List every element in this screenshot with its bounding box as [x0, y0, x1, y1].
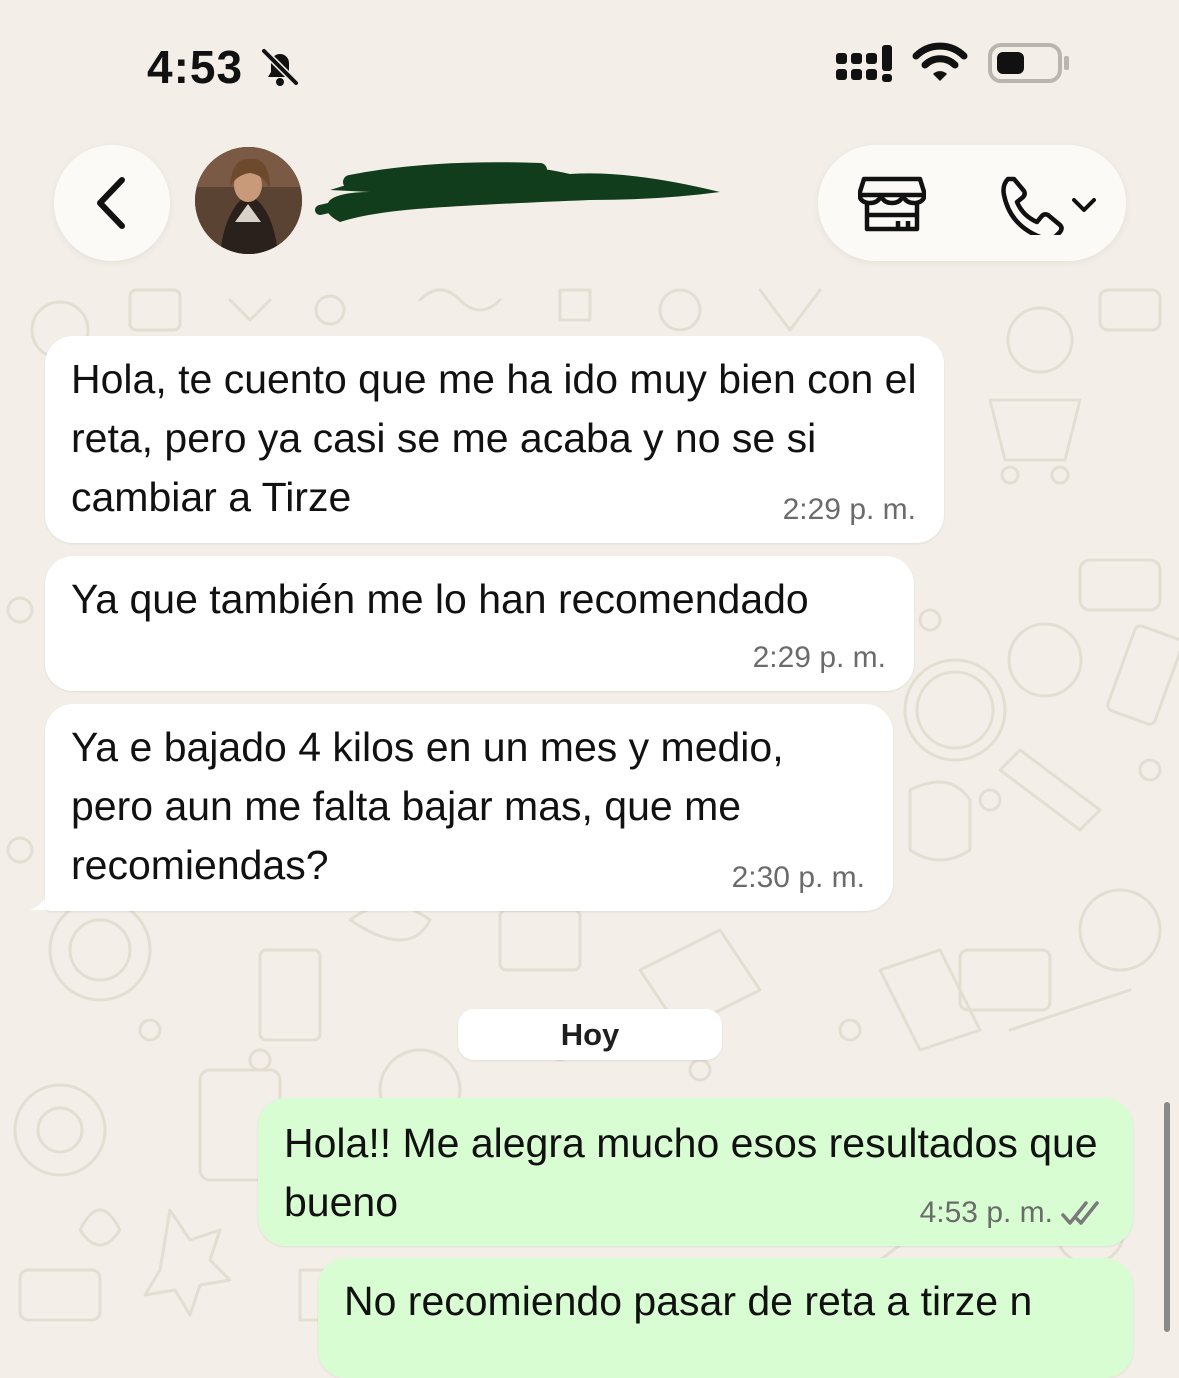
message-text: No recomiendo pasar de reta a tirze n [344, 1278, 1033, 1324]
chat-scrollbar[interactable] [1164, 1102, 1170, 1332]
message-bubble-outgoing[interactable]: No recomiendo pasar de reta a tirze n [318, 1258, 1133, 1378]
message-text: Ya que también me lo han recomendado [71, 576, 809, 622]
read-receipt-ticks-icon [1061, 1201, 1099, 1225]
message-time: 2:29 p. m. [752, 641, 886, 674]
message-bubble-incoming[interactable]: Ya e bajado 4 kilos en un mes y medio, p… [45, 704, 893, 911]
avatar-photo [195, 147, 302, 254]
status-bar: 4:53 [0, 0, 1179, 130]
header-actions [818, 145, 1126, 261]
back-button[interactable] [54, 145, 170, 261]
call-button[interactable] [1000, 175, 1100, 235]
date-separator: Hoy [458, 1009, 722, 1060]
message-time: 2:30 p. m. [731, 861, 865, 894]
message-bubble-outgoing[interactable]: Hola!! Me alegra mucho esos resultados q… [258, 1098, 1133, 1246]
message-time: 2:29 p. m. [782, 493, 916, 526]
wifi-icon [912, 42, 968, 81]
chevron-down-icon [1072, 198, 1096, 212]
chevron-left-icon [97, 177, 125, 229]
contact-name-redacted[interactable] [310, 160, 730, 230]
message-bubble-incoming[interactable]: Hola, te cuento que me ha ido muy bien c… [45, 336, 944, 543]
battery-icon [988, 43, 1069, 83]
store-icon[interactable] [858, 175, 926, 233]
contact-avatar[interactable] [195, 147, 302, 254]
bell-slash-icon [261, 48, 299, 86]
status-time: 4:53 [147, 41, 244, 93]
phone-icon [1001, 176, 1064, 235]
message-time: 4:53 p. m. [919, 1196, 1053, 1229]
cellular-signal-icon [836, 45, 892, 82]
message-bubble-incoming[interactable]: Ya que también me lo han recomendado 2:2… [45, 556, 914, 691]
